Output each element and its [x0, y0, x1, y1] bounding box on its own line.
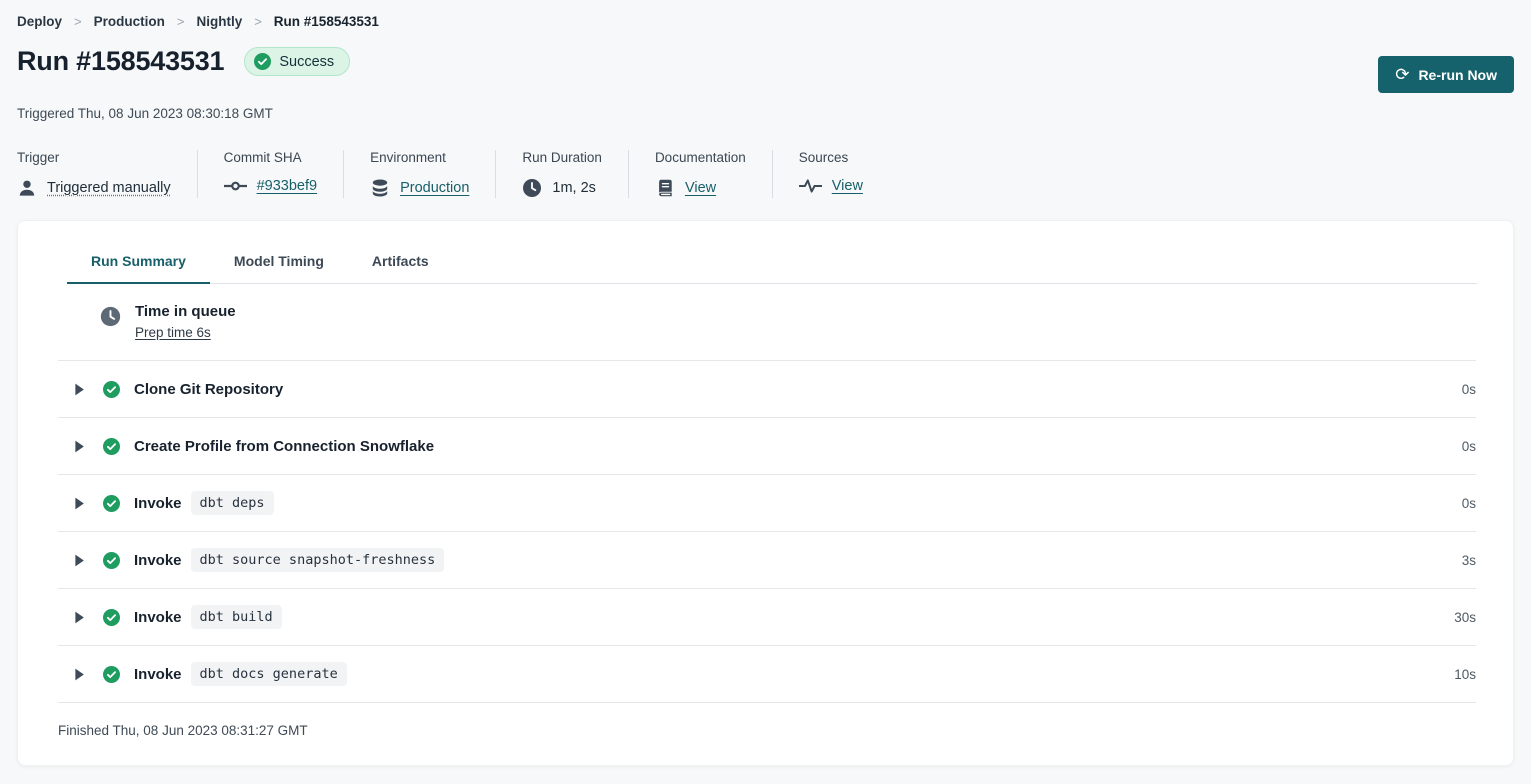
breadcrumb: Deploy > Production > Nightly > Run #158543531 [17, 10, 1514, 32]
expand-caret-icon[interactable] [74, 668, 85, 681]
chevron-right-icon: > [74, 14, 82, 29]
refresh-icon: ⟳ [1395, 66, 1409, 83]
step-row[interactable]: Invoke dbt docs generate 10s [58, 646, 1476, 703]
meta-value[interactable]: Production [400, 180, 469, 196]
rerun-label: Re-run Now [1418, 67, 1497, 83]
meta-label: Sources [799, 150, 863, 165]
step-list: Clone Git Repository 0s Create Profile f… [58, 361, 1476, 703]
success-check-icon [103, 609, 120, 626]
meta-column: Environment Production [344, 150, 496, 198]
meta-column: Documentation View [629, 150, 773, 198]
meta-column: Sources View [773, 150, 889, 198]
meta-value[interactable]: #933bef9 [257, 178, 317, 194]
step-command: dbt deps [191, 491, 274, 515]
expand-caret-icon[interactable] [74, 497, 85, 510]
prep-time-link[interactable]: Prep time 6s [135, 325, 211, 340]
run-summary-card: Run SummaryModel TimingArtifacts Time in… [17, 220, 1514, 766]
meta-value[interactable]: View [685, 180, 716, 196]
step-label: Invoke [134, 609, 182, 626]
step-duration: 0s [1462, 382, 1476, 397]
tab-artifacts[interactable]: Artifacts [348, 247, 453, 284]
run-detail-page: Deploy > Production > Nightly > Run #158543531… [0, 0, 1531, 766]
success-check-icon [103, 438, 120, 455]
expand-caret-icon[interactable] [74, 554, 85, 567]
step-label: Invoke [134, 495, 182, 512]
database-icon [370, 178, 390, 198]
success-check-icon [103, 495, 120, 512]
success-check-icon [254, 53, 271, 70]
step-row[interactable]: Create Profile from Connection Snowflake… [58, 418, 1476, 475]
chevron-right-icon: > [254, 14, 262, 29]
meta-label: Trigger [17, 150, 171, 165]
step-duration: 0s [1462, 439, 1476, 454]
clock-icon [522, 178, 542, 198]
step-label: Invoke [134, 666, 182, 683]
meta-value[interactable]: View [832, 178, 863, 194]
step-duration: 0s [1462, 496, 1476, 511]
meta-label: Documentation [655, 150, 746, 165]
breadcrumb-item[interactable]: Run #158543531 [274, 14, 379, 29]
queue-title: Time in queue [135, 303, 236, 320]
finished-timestamp: Finished Thu, 08 Jun 2023 08:31:27 GMT [58, 703, 1476, 765]
meta-row: Trigger Triggered manually Commit SHA #9… [17, 150, 1514, 198]
meta-value: Triggered manually [47, 180, 171, 196]
step-label: Invoke [134, 552, 182, 569]
expand-caret-icon[interactable] [74, 383, 85, 396]
tab-model-timing[interactable]: Model Timing [210, 247, 348, 284]
step-command: dbt source snapshot-freshness [191, 548, 445, 572]
book-icon [655, 178, 675, 198]
breadcrumb-item[interactable]: Deploy [17, 14, 62, 29]
success-check-icon [103, 666, 120, 683]
expand-caret-icon[interactable] [74, 440, 85, 453]
meta-value: 1m, 2s [552, 180, 596, 196]
tab-bar: Run SummaryModel TimingArtifacts [67, 247, 1477, 284]
meta-column: Run Duration 1m, 2s [496, 150, 629, 198]
step-command: dbt docs generate [191, 662, 347, 686]
expand-caret-icon[interactable] [74, 611, 85, 624]
rerun-now-button[interactable]: ⟳ Re-run Now [1378, 56, 1514, 93]
success-check-icon [103, 552, 120, 569]
step-row[interactable]: Invoke dbt source snapshot-freshness 3s [58, 532, 1476, 589]
tab-run-summary[interactable]: Run Summary [67, 247, 210, 284]
step-duration: 3s [1462, 553, 1476, 568]
success-check-icon [103, 381, 120, 398]
chevron-right-icon: > [177, 14, 185, 29]
page-title: Run #158543531 [17, 46, 224, 77]
step-label: Create Profile from Connection Snowflake [134, 438, 434, 455]
meta-label: Run Duration [522, 150, 602, 165]
step-duration: 10s [1454, 667, 1476, 682]
pulse-icon [799, 179, 822, 193]
triggered-timestamp: Triggered Thu, 08 Jun 2023 08:30:18 GMT [17, 106, 1514, 121]
meta-label: Commit SHA [224, 150, 317, 165]
meta-column: Trigger Triggered manually [17, 150, 198, 198]
person-icon [17, 178, 37, 198]
step-duration: 30s [1454, 610, 1476, 625]
time-in-queue-row: Time in queue Prep time 6s [58, 284, 1476, 361]
clock-icon [100, 306, 121, 327]
status-badge: Success [244, 47, 350, 76]
meta-column: Commit SHA #933bef9 [198, 150, 344, 198]
breadcrumb-item[interactable]: Nightly [196, 14, 242, 29]
commit-icon [224, 180, 247, 192]
meta-label: Environment [370, 150, 469, 165]
step-row[interactable]: Invoke dbt deps 0s [58, 475, 1476, 532]
step-command: dbt build [191, 605, 282, 629]
status-label: Success [279, 54, 334, 70]
header: Run #158543531 Success ⟳ Re-run Now [17, 46, 1514, 93]
step-row[interactable]: Clone Git Repository 0s [58, 361, 1476, 418]
step-row[interactable]: Invoke dbt build 30s [58, 589, 1476, 646]
step-label: Clone Git Repository [134, 381, 283, 398]
breadcrumb-item[interactable]: Production [94, 14, 165, 29]
